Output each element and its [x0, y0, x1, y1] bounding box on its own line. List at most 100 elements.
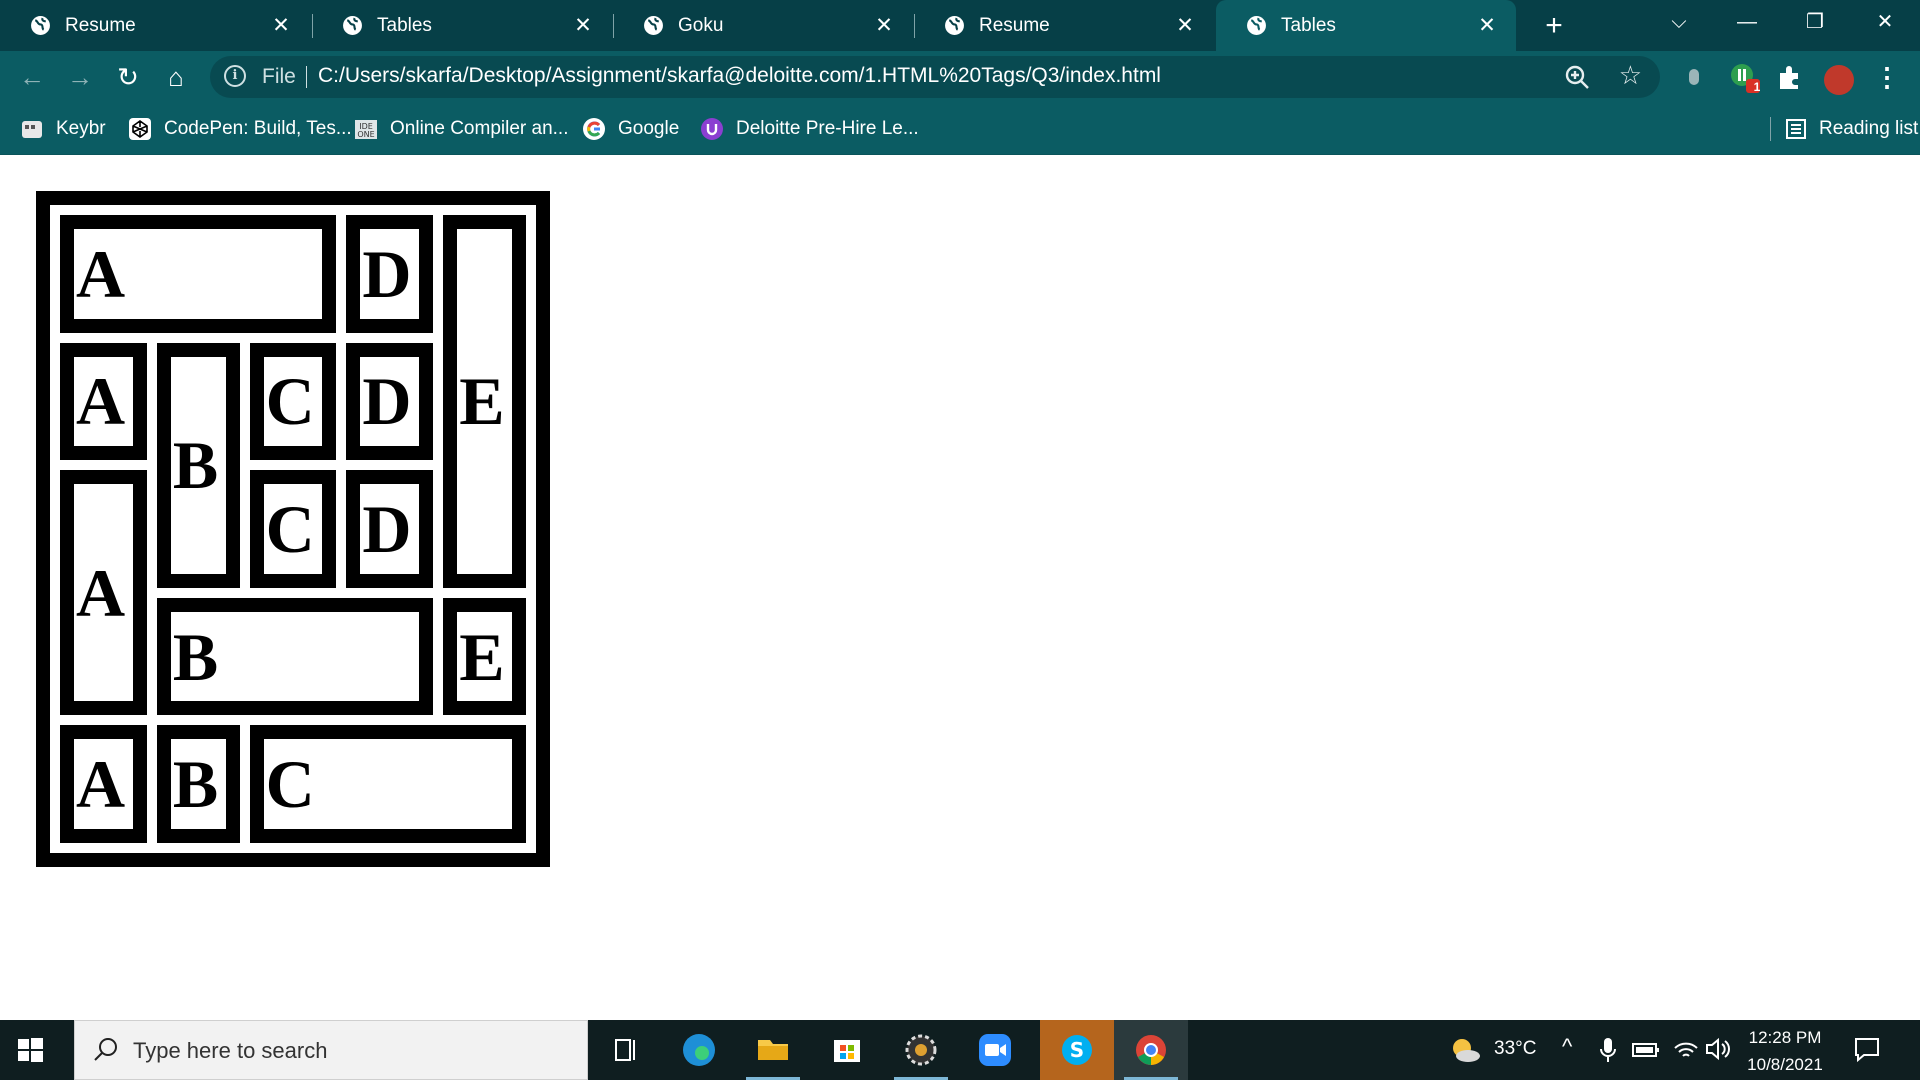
close-icon[interactable]: ✕	[266, 13, 296, 38]
taskbar-file-explorer[interactable]	[736, 1020, 810, 1080]
notification-icon[interactable]	[1852, 1034, 1882, 1064]
table-cell: C	[249, 342, 337, 461]
table-row: A D E	[60, 215, 526, 588]
new-tab-button[interactable]: +	[1534, 6, 1574, 46]
deloitte-icon	[701, 118, 723, 140]
close-icon[interactable]: ✕	[869, 13, 899, 38]
back-button[interactable]: ←	[12, 57, 52, 97]
globe-icon	[31, 16, 50, 35]
wifi-icon[interactable]	[1672, 1036, 1700, 1062]
table-cell: D	[346, 342, 434, 461]
google-icon	[583, 118, 605, 140]
bookmark-star-icon[interactable]: ☆	[1619, 60, 1642, 91]
extension-icon[interactable]	[1676, 59, 1712, 95]
reload-button[interactable]: ↻	[108, 57, 148, 97]
table-row: A B C	[60, 725, 526, 843]
table-cell: D	[346, 215, 434, 333]
reading-list-label: Reading list	[1819, 118, 1919, 139]
scheme-label: File	[262, 65, 296, 88]
url-text[interactable]: C:/Users/skarfa/Desktop/Assignment/skarf…	[318, 64, 1161, 88]
bookmark-keybr[interactable]: Keybr	[20, 114, 106, 144]
search-placeholder: Type here to search	[133, 1038, 328, 1063]
skype-icon: S	[1062, 1035, 1092, 1065]
clock-time: 12:28 PM	[1748, 1028, 1822, 1047]
system-clock[interactable]: 12:28 PM 10/8/2021	[1735, 1024, 1835, 1078]
bookmark-label: Deloitte Pre-Hire Le...	[736, 118, 919, 139]
close-icon[interactable]: ✕	[1472, 13, 1502, 38]
bookmarks-bar: Keybr CodePen: Build, Tes... IDE ONE Onli…	[0, 104, 1920, 155]
tab-tables-1[interactable]: Tables ✕	[312, 0, 612, 51]
taskbar-skype[interactable]: S	[1040, 1020, 1114, 1080]
tab-strip: Resume ✕ Tables ✕ Goku ✕ Resume ✕ Tables…	[0, 0, 1920, 51]
bookmark-ideone[interactable]: IDE ONE Online Compiler an...	[354, 114, 568, 144]
zoom-icon[interactable]	[1562, 62, 1592, 92]
menu-icon[interactable]: ⋮	[1872, 57, 1902, 97]
tab-resume-1[interactable]: Resume ✕	[0, 0, 310, 51]
svg-text:ONE: ONE	[357, 130, 374, 139]
table-cell: E	[443, 215, 526, 588]
tab-search-icon[interactable]: ⌵	[1649, 0, 1709, 44]
taskbar-settings-app[interactable]	[884, 1020, 958, 1080]
bookmark-deloitte[interactable]: Deloitte Pre-Hire Le...	[700, 114, 919, 144]
taskbar-chrome[interactable]	[1114, 1020, 1188, 1080]
zoom-app-icon	[979, 1034, 1011, 1066]
table-cell: A	[60, 342, 147, 461]
close-window-button[interactable]: ✕	[1855, 0, 1915, 44]
battery-icon[interactable]	[1632, 1040, 1660, 1060]
keybr-icon	[22, 121, 42, 138]
bookmark-google[interactable]: Google	[582, 114, 679, 144]
bookmark-label: Keybr	[56, 118, 106, 139]
home-button[interactable]: ⌂	[156, 57, 196, 97]
tab-title: Goku	[678, 14, 724, 36]
weather-icon[interactable]	[1448, 1034, 1482, 1066]
folder-icon	[758, 1040, 788, 1060]
close-icon[interactable]: ✕	[1170, 13, 1200, 38]
globe-icon	[343, 16, 362, 35]
table-cell: B	[156, 725, 240, 843]
weather-temperature[interactable]: 33°C	[1494, 1038, 1536, 1060]
chevron-up-icon[interactable]: ^	[1562, 1034, 1572, 1060]
windows-start-icon[interactable]	[14, 1034, 46, 1066]
tab-title: Resume	[65, 14, 136, 36]
volume-icon[interactable]	[1704, 1036, 1732, 1062]
table-cell: A	[60, 215, 337, 333]
bookmark-codepen[interactable]: CodePen: Build, Tes...	[128, 114, 352, 144]
close-icon[interactable]: ✕	[568, 13, 598, 38]
globe-icon	[644, 16, 663, 35]
edge-icon	[683, 1034, 715, 1066]
address-divider	[306, 66, 307, 88]
gear-icon	[905, 1034, 937, 1066]
taskbar-store[interactable]	[810, 1020, 884, 1080]
minimize-button[interactable]: —	[1717, 0, 1777, 44]
forward-button[interactable]: →	[60, 57, 100, 97]
taskbar-edge[interactable]	[662, 1020, 736, 1080]
clock-date: 10/8/2021	[1747, 1055, 1823, 1074]
ideone-icon: IDEONE	[355, 120, 377, 139]
store-icon	[834, 1040, 860, 1062]
site-info-icon[interactable]: i	[224, 65, 246, 87]
task-view-button[interactable]	[588, 1020, 662, 1080]
reading-list-button[interactable]: Reading list	[1770, 114, 1918, 144]
puzzle-icon[interactable]	[1772, 59, 1808, 95]
table-cell: A	[60, 470, 147, 716]
table-cell: C	[249, 470, 337, 588]
globe-icon	[945, 16, 964, 35]
table-cell: C	[249, 725, 526, 843]
tab-resume-2[interactable]: Resume ✕	[914, 0, 1214, 51]
codepen-icon	[129, 118, 151, 140]
letters-table: A D E A B C D A C D B E A B C	[36, 191, 550, 867]
extension-badge-count: 1	[1753, 80, 1761, 94]
table-cell: B	[156, 342, 240, 588]
microphone-icon[interactable]	[1598, 1036, 1618, 1064]
table-cell: B	[156, 597, 434, 716]
globe-icon	[1247, 16, 1266, 35]
tab-tables-active[interactable]: Tables ✕	[1216, 0, 1516, 51]
avatar[interactable]	[1824, 65, 1854, 95]
chrome-icon	[1136, 1035, 1166, 1065]
tab-goku[interactable]: Goku ✕	[613, 0, 913, 51]
address-bar[interactable]: i File C:/Users/skarfa/Desktop/Assignmen…	[210, 56, 1660, 98]
taskbar-search-input[interactable]: Type here to search	[74, 1020, 588, 1080]
taskbar-zoom[interactable]	[958, 1020, 1032, 1080]
restore-button[interactable]: ❐	[1785, 0, 1845, 44]
tab-title: Tables	[377, 14, 432, 36]
